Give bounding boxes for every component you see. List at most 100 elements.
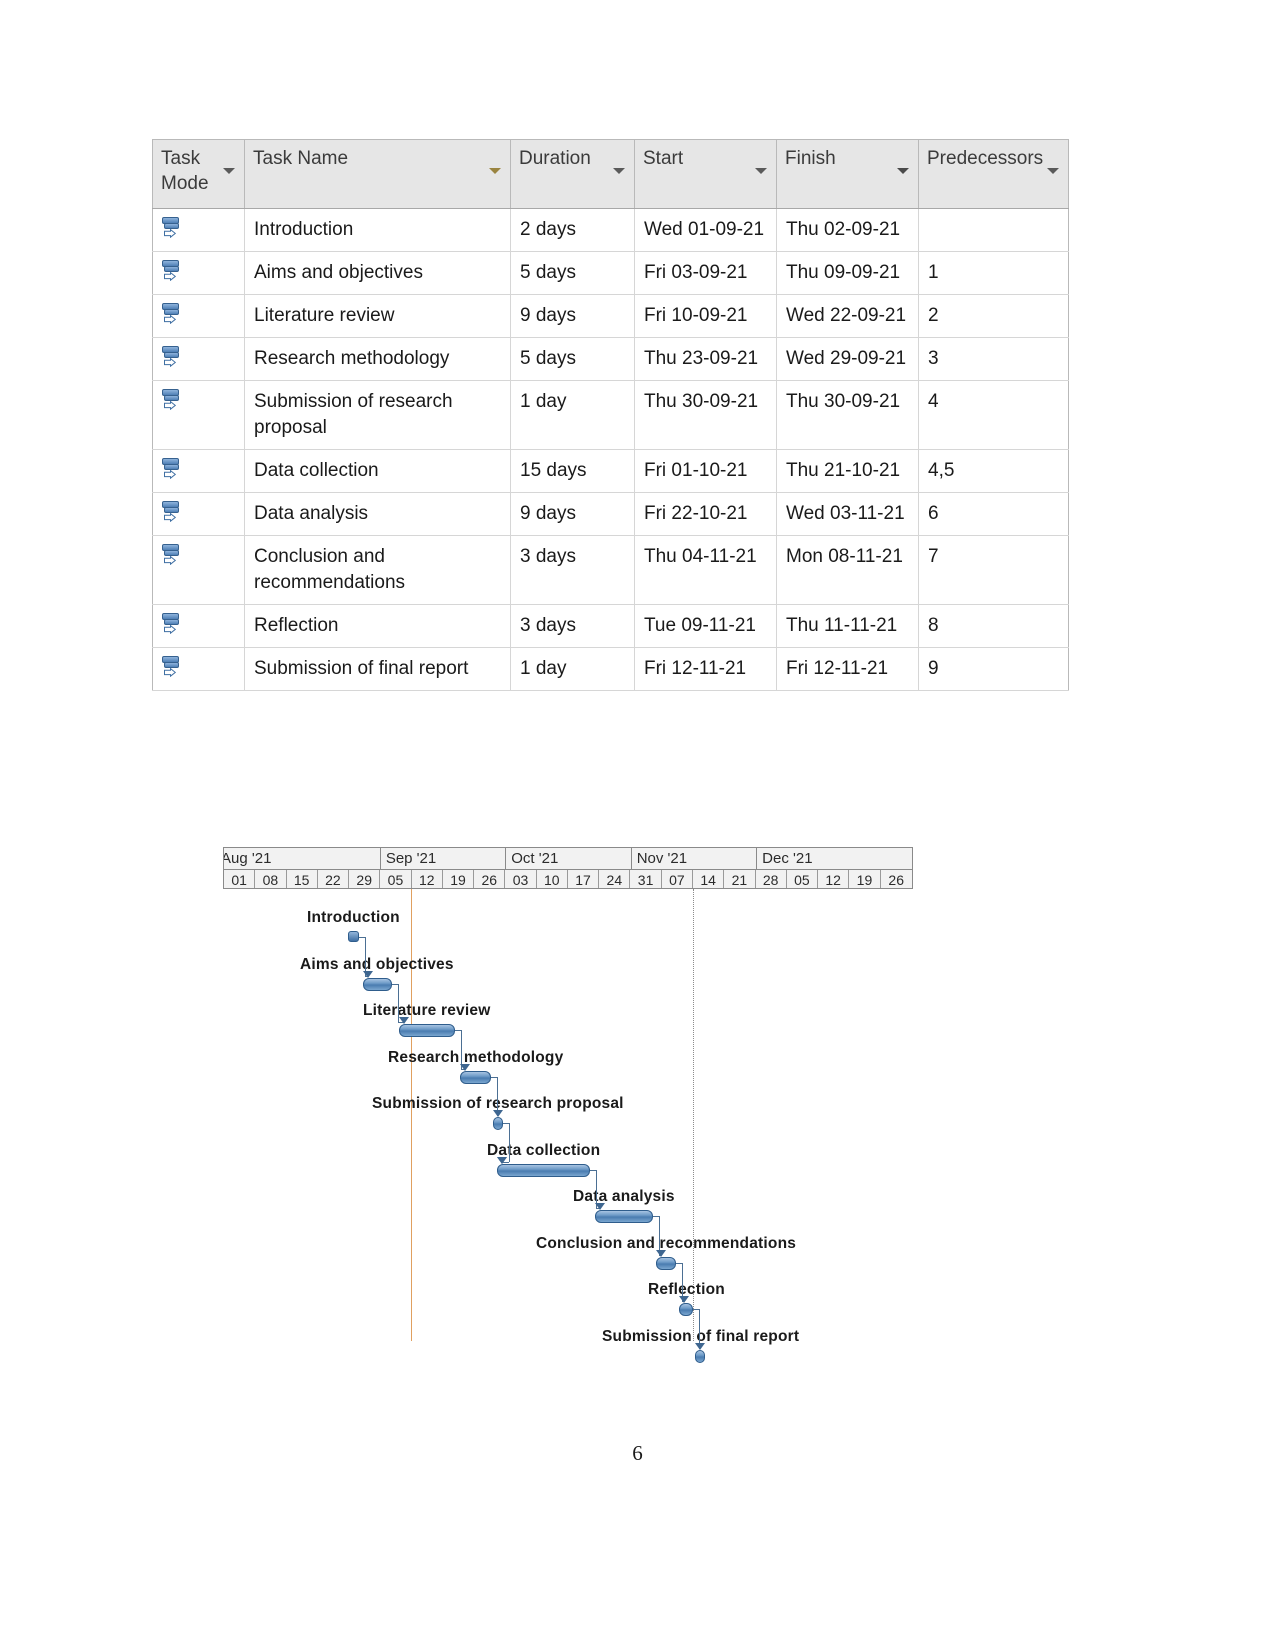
table-row[interactable]: Research methodology 5 days Thu 23-09-21 We… [152, 337, 1069, 381]
gantt-link-arrow [459, 1063, 470, 1071]
gantt-link-arrow [497, 1156, 508, 1164]
cell-task-mode[interactable] [152, 337, 245, 381]
cell-start[interactable]: Thu 23-09-21 [634, 337, 777, 381]
table-header-row: Task Mode Task Name Duration Start Finis… [152, 139, 1069, 209]
gantt-bar[interactable] [695, 1349, 706, 1363]
cell-task-mode[interactable] [152, 604, 245, 648]
filter-dropdown-icon[interactable] [223, 168, 235, 174]
cell-task-mode[interactable] [152, 251, 245, 295]
cell-task-mode[interactable] [152, 492, 245, 536]
cell-task-name[interactable]: Literature review [244, 294, 511, 338]
table-row[interactable]: Conclusion and recommendations 3 days Thu … [152, 535, 1069, 605]
gantt-bar[interactable] [362, 977, 393, 991]
cell-finish[interactable]: Thu 02-09-21 [776, 208, 919, 252]
cell-task-name[interactable]: Data analysis [244, 492, 511, 536]
gantt-bar[interactable] [679, 1303, 694, 1316]
cell-duration[interactable]: 1 day [510, 647, 635, 691]
cell-predecessors[interactable]: 3 [918, 337, 1069, 381]
table-row[interactable]: Data collection 15 days Fri 01-10-21 Thu 21… [152, 449, 1069, 493]
cell-task-mode[interactable] [152, 208, 245, 252]
cell-task-name[interactable]: Submission of research proposal [244, 380, 511, 450]
cell-duration[interactable]: 3 days [510, 604, 635, 648]
cell-finish[interactable]: Thu 11-11-21 [776, 604, 919, 648]
cell-task-mode[interactable] [152, 647, 245, 691]
column-header-start[interactable]: Start [634, 139, 777, 209]
cell-duration[interactable]: 15 days [510, 449, 635, 493]
gantt-bar[interactable] [348, 931, 360, 942]
cell-task-name[interactable]: Reflection [244, 604, 511, 648]
filter-dropdown-icon[interactable] [1047, 168, 1059, 174]
table-row[interactable]: Reflection 3 days Tue 09-11-21 Thu 11-11-21… [152, 604, 1069, 648]
cell-predecessors[interactable]: 6 [918, 492, 1069, 536]
cell-finish[interactable]: Thu 21-10-21 [776, 449, 919, 493]
cell-task-mode[interactable] [152, 535, 245, 605]
cell-start[interactable]: Thu 04-11-21 [634, 535, 777, 605]
cell-duration[interactable]: 5 days [510, 251, 635, 295]
table-row[interactable]: Literature review 9 days Fri 10-09-21 Wed 2… [152, 294, 1069, 338]
cell-task-mode[interactable] [152, 380, 245, 450]
cell-task-name[interactable]: Introduction [244, 208, 511, 252]
table-row[interactable]: Aims and objectives 5 days Fri 03-09-21 Thu… [152, 251, 1069, 295]
filter-dropdown-icon[interactable] [489, 168, 501, 174]
cell-predecessors[interactable]: 7 [918, 535, 1069, 605]
column-header-duration[interactable]: Duration [510, 139, 635, 209]
cell-predecessors[interactable]: 4,5 [918, 449, 1069, 493]
gantt-bar[interactable] [655, 1256, 677, 1270]
cell-predecessors[interactable]: 4 [918, 380, 1069, 450]
cell-start[interactable]: Fri 10-09-21 [634, 294, 777, 338]
cell-task-name[interactable]: Conclusion and recommendations [244, 535, 511, 605]
cell-duration[interactable]: 1 day [510, 380, 635, 450]
cell-duration[interactable]: 9 days [510, 492, 635, 536]
column-header-finish[interactable]: Finish [776, 139, 919, 209]
table-row[interactable]: Data analysis 9 days Fri 22-10-21 Wed 03-11… [152, 492, 1069, 536]
gantt-bar[interactable] [459, 1070, 492, 1084]
filter-dropdown-icon[interactable] [613, 168, 625, 174]
gantt-bar[interactable] [497, 1163, 590, 1177]
gantt-bar-label: Introduction [307, 909, 400, 926]
column-header-task-name[interactable]: Task Name [244, 139, 511, 209]
cell-predecessors[interactable] [918, 208, 1069, 252]
cell-duration[interactable]: 5 days [510, 337, 635, 381]
cell-predecessors[interactable]: 9 [918, 647, 1069, 691]
auto-schedule-icon [162, 458, 184, 480]
cell-task-mode[interactable] [152, 449, 245, 493]
table-row[interactable]: Submission of final report 1 day Fri 12-11… [152, 647, 1069, 691]
gantt-bar[interactable] [594, 1210, 653, 1223]
column-header-task-mode[interactable]: Task Mode [152, 139, 245, 209]
cell-start[interactable]: Wed 01-09-21 [634, 208, 777, 252]
gantt-bar[interactable] [492, 1117, 503, 1130]
cell-task-name[interactable]: Research methodology [244, 337, 511, 381]
gantt-month-cell: Sep '21 [381, 848, 507, 869]
cell-predecessors[interactable]: 2 [918, 294, 1069, 338]
filter-dropdown-icon[interactable] [897, 168, 909, 174]
cell-finish[interactable]: Fri 12-11-21 [776, 647, 919, 691]
table-row[interactable]: Submission of research proposal 1 day Thu … [152, 380, 1069, 450]
column-header-predecessors[interactable]: Predecessors [918, 139, 1069, 209]
cell-finish[interactable]: Mon 08-11-21 [776, 535, 919, 605]
cell-start[interactable]: Fri 22-10-21 [634, 492, 777, 536]
cell-start[interactable]: Fri 03-09-21 [634, 251, 777, 295]
cell-predecessors[interactable]: 8 [918, 604, 1069, 648]
cell-start[interactable]: Fri 01-10-21 [634, 449, 777, 493]
cell-finish[interactable]: Wed 22-09-21 [776, 294, 919, 338]
filter-dropdown-icon[interactable] [755, 168, 767, 174]
cell-finish[interactable]: Wed 29-09-21 [776, 337, 919, 381]
cell-start[interactable]: Fri 12-11-21 [634, 647, 777, 691]
cell-duration[interactable]: 3 days [510, 535, 635, 605]
cell-duration[interactable]: 9 days [510, 294, 635, 338]
cell-finish[interactable]: Thu 30-09-21 [776, 380, 919, 450]
cell-task-mode[interactable] [152, 294, 245, 338]
cell-task-name[interactable]: Submission of final report [244, 647, 511, 691]
gantt-week-cell: 26 [474, 870, 506, 888]
cell-finish[interactable]: Wed 03-11-21 [776, 492, 919, 536]
cell-finish[interactable]: Thu 09-09-21 [776, 251, 919, 295]
table-row[interactable]: Introduction 2 days Wed 01-09-21 Thu 02-09-… [152, 208, 1069, 252]
cell-start[interactable]: Tue 09-11-21 [634, 604, 777, 648]
cell-task-name[interactable]: Aims and objectives [244, 251, 511, 295]
cell-predecessors[interactable]: 1 [918, 251, 1069, 295]
gantt-bar[interactable] [398, 1024, 456, 1037]
cell-start[interactable]: Thu 30-09-21 [634, 380, 777, 450]
cell-duration[interactable]: 2 days [510, 208, 635, 252]
gantt-week-cell: 01 [224, 870, 256, 888]
cell-task-name[interactable]: Data collection [244, 449, 511, 493]
